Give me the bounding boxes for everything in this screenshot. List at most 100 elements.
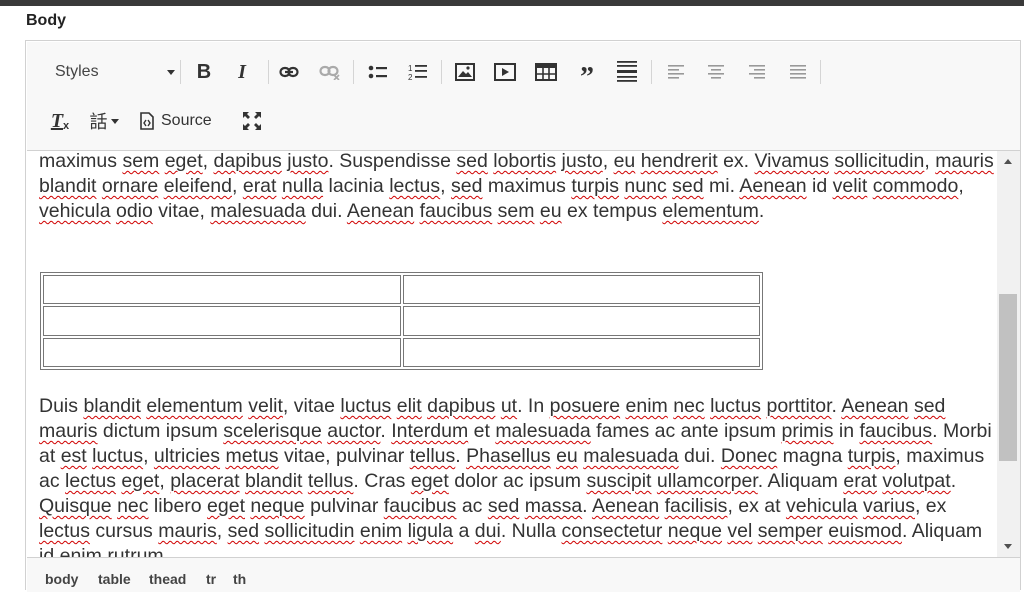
horizontal-line-icon[interactable] xyxy=(615,58,639,84)
misspelled-word: Donec xyxy=(720,445,778,467)
misspelled-word: suscipit xyxy=(586,470,652,492)
text-run: , xyxy=(143,445,154,467)
bold-icon[interactable]: B xyxy=(192,60,216,84)
image-icon[interactable] xyxy=(453,60,477,84)
text-run: id xyxy=(806,175,833,197)
misspelled-word: eu xyxy=(556,445,578,467)
toolbar-separator xyxy=(441,60,442,84)
justify-icon[interactable] xyxy=(786,60,810,84)
maximize-icon[interactable] xyxy=(239,108,265,134)
misspelled-word: eget xyxy=(164,151,203,172)
toolbar-separator xyxy=(820,60,821,84)
blockquote-icon[interactable]: ” xyxy=(575,60,599,92)
misspelled-word: eu xyxy=(539,200,562,222)
language-icon: 話 xyxy=(89,112,108,132)
bulleted-list-icon[interactable] xyxy=(366,60,390,84)
table-cell[interactable] xyxy=(402,306,760,336)
misspelled-word: velit xyxy=(248,395,283,417)
align-center-icon[interactable] xyxy=(704,60,728,84)
scroll-down-arrow-icon[interactable] xyxy=(1004,544,1012,549)
editor-content-area[interactable]: maximus sem eget, dapibus justo. Suspend… xyxy=(27,151,997,557)
misspelled-word: ullamcorper xyxy=(656,470,758,492)
text-run: in xyxy=(833,420,860,442)
misspelled-word: lectus xyxy=(39,520,90,542)
misspelled-word: nulla xyxy=(281,175,324,197)
misspelled-word: ligula xyxy=(407,520,454,542)
misspelled-word: sem xyxy=(497,200,535,222)
text-run: Duis xyxy=(39,395,84,417)
path-item-body[interactable]: body xyxy=(45,571,78,587)
misspelled-word: faucibus xyxy=(419,200,493,222)
path-item-table[interactable]: table xyxy=(98,571,131,587)
paragraph[interactable]: maximus sem eget, dapibus justo. Suspend… xyxy=(27,151,997,224)
misspelled-word: mauris xyxy=(158,520,217,542)
align-left-icon[interactable] xyxy=(664,60,688,84)
content-table[interactable] xyxy=(40,272,763,370)
unlink-icon[interactable] xyxy=(318,60,342,84)
scroll-up-arrow-icon[interactable] xyxy=(1004,159,1012,164)
table-row[interactable] xyxy=(43,306,760,336)
language-dropdown[interactable]: 話 xyxy=(85,108,123,134)
misspelled-word: eget xyxy=(410,470,449,492)
text-run: . xyxy=(758,200,765,222)
table-cell[interactable] xyxy=(43,337,401,367)
misspelled-word: eleifend xyxy=(163,175,232,197)
scrollbar-thumb[interactable] xyxy=(999,294,1017,461)
misspelled-word: elementum xyxy=(662,200,759,222)
misspelled-word: Interdum xyxy=(391,420,469,442)
misspelled-word: lobortis xyxy=(493,151,557,172)
misspelled-word: sed xyxy=(487,495,520,517)
misspelled-word: enim xyxy=(359,520,403,542)
misspelled-word: est xyxy=(60,445,87,467)
text-run: . Aliquam xyxy=(757,470,844,492)
italic-icon[interactable]: I xyxy=(230,60,254,84)
misspelled-word: Vivamus xyxy=(754,151,829,172)
table-row[interactable] xyxy=(43,337,760,367)
misspelled-word: metus xyxy=(225,445,279,467)
text-run: , xyxy=(958,175,964,197)
align-right-icon[interactable] xyxy=(745,60,769,84)
table-cell[interactable] xyxy=(43,306,401,336)
misspelled-word: neque xyxy=(250,495,305,517)
table-row[interactable] xyxy=(43,275,760,305)
misspelled-word: vel xyxy=(727,520,753,542)
text-run: . In xyxy=(517,395,550,417)
styles-dropdown[interactable]: Styles xyxy=(47,60,175,84)
misspelled-word: ut xyxy=(500,395,518,417)
misspelled-word: volutpat xyxy=(882,470,951,492)
media-embed-icon[interactable] xyxy=(493,60,517,84)
page-top-bar xyxy=(0,0,1024,6)
numbered-list-icon[interactable]: 12 xyxy=(406,60,430,84)
link-icon[interactable] xyxy=(277,60,301,84)
misspelled-word: odio xyxy=(115,200,153,222)
misspelled-word: Quisque xyxy=(39,495,112,517)
source-button[interactable]: Source xyxy=(139,108,229,134)
table-cell[interactable] xyxy=(43,275,401,305)
misspelled-word: erat xyxy=(843,470,877,492)
text-run: , ex xyxy=(914,495,947,517)
paragraph[interactable]: Duis blandit elementum velit, vitae luct… xyxy=(27,394,997,557)
remove-format-icon[interactable]: Tx xyxy=(47,108,73,134)
misspelled-word: turpis xyxy=(571,175,619,197)
misspelled-word: dapibus xyxy=(427,395,496,417)
table-cell[interactable] xyxy=(402,275,760,305)
toolbar-separator xyxy=(651,60,652,84)
text-run: , xyxy=(216,520,228,542)
text-run: . xyxy=(950,470,957,492)
text-run: dictum ipsum xyxy=(97,420,224,442)
misspelled-word: ornare xyxy=(101,175,159,197)
text-run: , xyxy=(440,175,451,197)
path-item-th[interactable]: th xyxy=(233,571,246,587)
table-icon[interactable] xyxy=(534,60,558,84)
path-item-tr[interactable]: tr xyxy=(206,571,216,587)
svg-text:2: 2 xyxy=(408,73,413,81)
misspelled-word: mauris xyxy=(39,420,98,442)
misspelled-word: luctus xyxy=(710,395,762,417)
misspelled-word: eget xyxy=(207,495,245,517)
table-cell[interactable] xyxy=(402,337,760,367)
text-run: . xyxy=(582,495,592,517)
text-run: dolor ac ipsum xyxy=(454,470,587,492)
text-run: . Nulla xyxy=(500,520,562,542)
content-scrollbar[interactable] xyxy=(997,151,1020,557)
path-item-thead[interactable]: thead xyxy=(149,571,186,587)
